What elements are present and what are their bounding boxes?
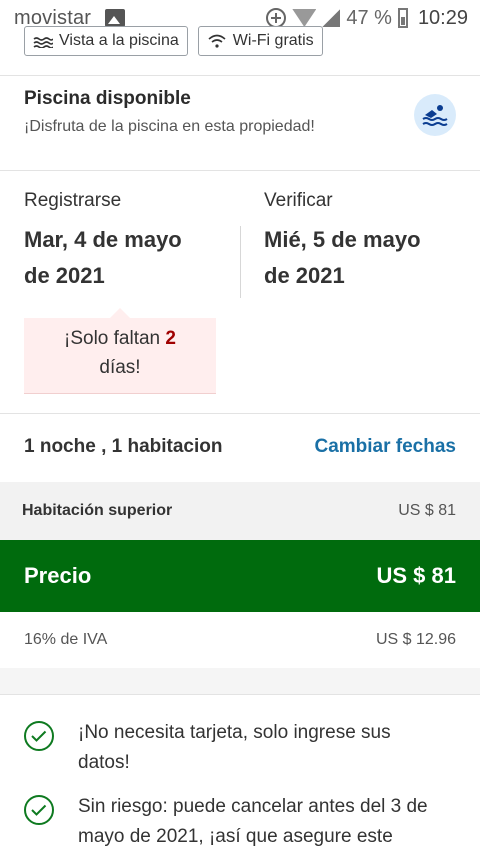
dates-divider <box>240 226 241 298</box>
swimmer-icon <box>422 105 448 126</box>
checkout-date-line2: de 2021 <box>264 263 345 288</box>
room-price: US $ 81 <box>398 502 456 519</box>
change-dates-link[interactable]: Cambiar fechas <box>314 436 456 458</box>
pool-title: Piscina disponible <box>24 88 191 109</box>
checkin-column[interactable]: Registrarse Mar, 4 de mayo de 2021 <box>24 190 224 294</box>
total-value: US $ 81 <box>376 563 457 588</box>
benefit-text: Sin riesgo: puede cancelar antes del 3 d… <box>78 796 428 847</box>
pool-badge <box>414 94 456 136</box>
data-saver-icon <box>266 8 287 28</box>
alert-suffix: días! <box>99 357 141 378</box>
benefit-text: ¡No necesita tarjeta, solo ingrese sus d… <box>78 722 391 773</box>
checkout-date-line1: Mié, 5 de mayo <box>264 227 421 252</box>
total-label: Precio <box>24 563 92 588</box>
cell-signal-icon <box>322 9 341 27</box>
tax-row: 16% de IVA US $ 12.96 <box>0 612 480 668</box>
pool-subtitle: ¡Disfruta de la piscina en esta propieda… <box>24 118 315 135</box>
checkout-date: Mié, 5 de mayo de 2021 <box>264 222 464 294</box>
days-left-alert: ¡Solo faltan 2 días! <box>24 308 216 394</box>
benefit-item: Sin riesgo: puede cancelar antes del 3 d… <box>24 792 456 852</box>
section-gap <box>0 668 480 694</box>
divider <box>0 75 480 76</box>
checkin-date: Mar, 4 de mayo de 2021 <box>24 222 224 294</box>
wifi-icon <box>208 34 226 48</box>
benefit-item: ¡No necesita tarjeta, solo ingrese sus d… <box>24 718 456 778</box>
total-price-bar: Precio US $ 81 <box>0 540 480 612</box>
amenity-label: Wi-Fi gratis <box>232 32 314 49</box>
divider <box>0 170 480 171</box>
room-price-row: Habitación superior US $ 81 <box>0 482 480 540</box>
amenity-label: Vista a la piscina <box>59 32 179 49</box>
checkin-date-line2: de 2021 <box>24 263 105 288</box>
image-notification-icon <box>105 9 126 27</box>
wifi-signal-icon <box>292 9 317 27</box>
checkin-date-line1: Mar, 4 de mayo <box>24 227 182 252</box>
amenity-chip-wifi: Wi-Fi gratis <box>197 26 323 56</box>
check-circle-icon <box>24 721 54 751</box>
checkout-label: Verificar <box>264 190 333 211</box>
divider <box>0 413 480 414</box>
amenity-chip-pool-view: Vista a la piscina <box>24 26 188 56</box>
pool-icon <box>33 37 53 48</box>
amenity-chips: Vista a la piscina Wi-Fi gratis <box>24 26 323 56</box>
battery-icon <box>397 8 408 28</box>
stay-summary: 1 noche , 1 habitacion <box>24 436 223 457</box>
divider <box>0 694 480 695</box>
room-name: Habitación superior <box>22 502 173 519</box>
pool-section: Piscina disponible ¡Disfruta de la pisci… <box>24 88 456 136</box>
checkin-label: Registrarse <box>24 190 122 211</box>
clock: 10:29 <box>417 6 468 29</box>
battery-percent: 47 % <box>346 6 392 29</box>
alert-number: 2 <box>165 328 176 349</box>
benefits-list: ¡No necesita tarjeta, solo ingrese sus d… <box>24 718 456 854</box>
alert-prefix: ¡Solo faltan <box>64 328 166 349</box>
checkout-column[interactable]: Verificar Mié, 5 de mayo de 2021 <box>264 190 464 294</box>
check-circle-icon <box>24 795 54 825</box>
tax-value: US $ 12.96 <box>375 631 456 648</box>
tax-label: 16% de IVA <box>24 631 108 648</box>
